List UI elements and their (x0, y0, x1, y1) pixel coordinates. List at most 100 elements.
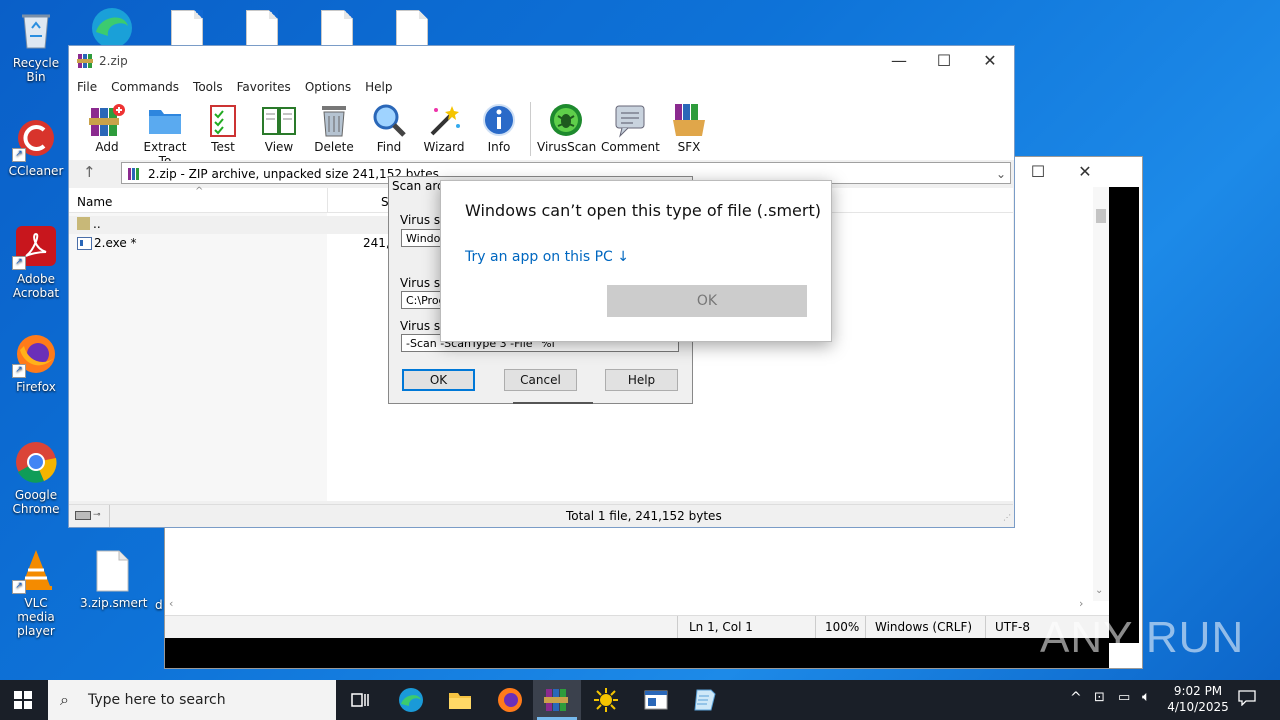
winrar-taskbar-button[interactable] (533, 680, 581, 720)
desktop-icon-adobe-acrobat[interactable]: ↗ Adobe Acrobat (4, 224, 68, 300)
sun-app-icon[interactable] (592, 686, 620, 714)
winrar-titlebar[interactable]: 2.zip — ☐ ✕ (69, 46, 1014, 76)
desktop-file-icon[interactable] (396, 10, 428, 48)
help-button[interactable]: Help (605, 369, 678, 391)
anyrun-watermark: ANY RUN (1040, 613, 1245, 662)
cancel-button[interactable]: Cancel (504, 369, 577, 391)
shortcut-arrow-icon: ↗ (12, 148, 26, 162)
ccleaner-icon: ↗ (12, 116, 58, 162)
clock[interactable]: 9:02 PM 4/10/2025 (1160, 683, 1236, 715)
desktop-icon-recycle-bin[interactable]: Recycle Bin (4, 8, 68, 84)
notepad-taskbar-icon[interactable] (691, 686, 719, 714)
open-with-dialog[interactable]: Windows can’t open this type of file (.s… (440, 180, 832, 342)
desktop-icon-label: Google Chrome (12, 488, 60, 516)
ok-button[interactable]: OK (607, 285, 807, 317)
virusscan-button[interactable]: VirusScan (537, 102, 597, 154)
menu-file[interactable]: File (77, 80, 97, 94)
wizard-button[interactable]: Wizard (416, 102, 472, 154)
winrar-taskbar-icon (544, 687, 570, 716)
taskbar-search[interactable]: ⌕ Type here to search (48, 680, 336, 720)
menu-help[interactable]: Help (365, 80, 392, 94)
firefox-taskbar-icon[interactable] (496, 686, 524, 714)
window-title: 2.zip (99, 54, 128, 68)
start-button[interactable] (14, 691, 32, 709)
close-button[interactable]: ✕ (967, 46, 1013, 76)
test-button[interactable]: Test (195, 102, 251, 154)
delete-button[interactable]: Delete (306, 102, 362, 154)
bug-icon (548, 102, 584, 138)
desktop-icon-vlc[interactable]: ↗ VLC media player (4, 548, 68, 638)
up-arrow-icon[interactable]: ↑ (83, 163, 96, 181)
view-button[interactable]: View (251, 102, 307, 154)
menu-favorites[interactable]: Favorites (237, 80, 291, 94)
vlc-icon: ↗ (12, 548, 58, 594)
desktop-icon-firefox[interactable]: ↗ Firefox (4, 332, 68, 394)
desktop-file-icon[interactable] (246, 10, 278, 48)
maximize-button[interactable]: ☐ (921, 46, 967, 76)
device-icon[interactable]: ▭ (1118, 690, 1130, 705)
add-icon (89, 102, 125, 138)
trash-icon (316, 102, 352, 138)
find-button[interactable]: Find (361, 102, 417, 154)
volume-icon[interactable]: 🔈︎ (1142, 689, 1150, 705)
vertical-scrollbar[interactable]: ⌄ (1093, 187, 1109, 601)
menu-bar: File Commands Tools Favorites Options He… (69, 76, 1014, 98)
edge-taskbar-icon[interactable] (397, 686, 425, 714)
menu-commands[interactable]: Commands (111, 80, 179, 94)
taskbar: ⌕ Type here to search ^ ⊡ ▭ 🔈︎ 9:02 PM 4… (0, 680, 1280, 720)
recycle-bin-icon (14, 8, 58, 52)
toolbar-label: Info (487, 140, 511, 154)
maximize-button[interactable]: ☐ (1015, 157, 1061, 187)
minimize-button[interactable]: — (876, 46, 922, 76)
menu-tools[interactable]: Tools (193, 80, 223, 94)
archive-icon (127, 166, 141, 180)
desktop-icon-ccleaner[interactable]: ↗ CCleaner (4, 116, 68, 178)
comment-button[interactable]: Comment (601, 102, 660, 154)
scroll-left-icon[interactable]: ‹ (169, 597, 173, 610)
edge-icon (88, 2, 136, 48)
file-explorer-icon[interactable] (446, 686, 474, 714)
sfx-button[interactable]: SFX (661, 102, 717, 154)
show-hidden-icons-chevron[interactable]: ^ (1070, 690, 1082, 706)
network-icon[interactable]: ⊡ (1094, 690, 1105, 705)
search-placeholder: Type here to search (88, 692, 226, 708)
table-row[interactable]: .. (69, 216, 389, 234)
scroll-right-icon[interactable]: › (1079, 597, 1083, 610)
notepad-statusbar: Ln 1, Col 1 100% Windows (CRLF) UTF-8 (165, 615, 1109, 638)
try-app-link[interactable]: Try an app on this PC ↓ (465, 249, 629, 265)
drive-icon[interactable] (75, 511, 91, 520)
horizontal-scrollbar[interactable]: ‹ › (165, 597, 1093, 613)
extract-to-button[interactable]: Extract To (137, 102, 193, 168)
add-button[interactable]: Add (79, 102, 135, 154)
desktop-icon-label: CCleaner (8, 164, 64, 178)
info-button[interactable]: Info (471, 102, 527, 154)
file-icon (95, 550, 129, 592)
desktop-icon-3-zip-smert[interactable]: 3.zip.smert (80, 550, 147, 610)
desktop-icon-label: d (155, 598, 163, 612)
desktop-file-icon[interactable] (171, 10, 203, 48)
desktop-file-icon[interactable] (321, 10, 353, 48)
toolbar-label: VirusScan (537, 140, 597, 154)
sfx-icon (671, 102, 707, 138)
notepad-window-taskbar-icon[interactable] (642, 686, 670, 714)
key-icon[interactable]: ⊸ (93, 510, 101, 520)
task-view-icon[interactable] (346, 686, 374, 714)
scroll-thumb[interactable] (1096, 209, 1106, 223)
dialog-heading: Windows can’t open this type of file (.s… (465, 201, 821, 220)
ok-button[interactable]: OK (402, 369, 475, 391)
desktop-icon-label: Firefox (16, 380, 56, 394)
dropdown-chevron-icon[interactable]: ⌄ (996, 163, 1006, 185)
dialog-shadow-edge (513, 402, 593, 404)
toolbar-label: Find (376, 140, 402, 154)
folder-icon (147, 102, 183, 138)
notifications-icon[interactable] (1238, 690, 1256, 707)
menu-options[interactable]: Options (305, 80, 351, 94)
scroll-down-icon[interactable]: ⌄ (1095, 585, 1103, 596)
column-name[interactable]: Name (77, 195, 112, 209)
desktop-icon-edge[interactable] (80, 2, 144, 50)
desktop-icon-google-chrome[interactable]: Google Chrome (4, 440, 68, 516)
exe-icon (77, 237, 92, 250)
resize-grip-icon[interactable]: ⋰ (1003, 513, 1011, 522)
table-row[interactable]: 2.exe * 241,1 (69, 235, 397, 253)
close-button[interactable]: ✕ (1062, 157, 1108, 187)
